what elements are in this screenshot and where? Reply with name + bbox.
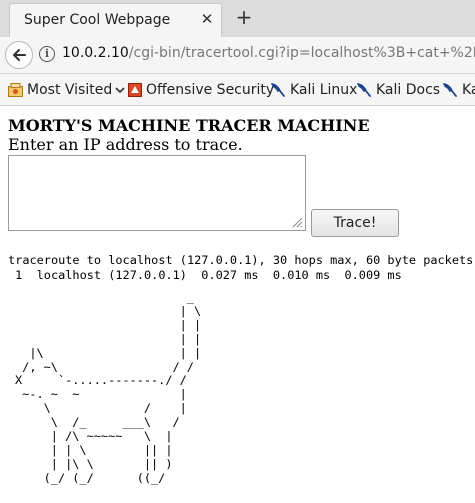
- bookmark-label: Kali Linux: [290, 82, 358, 98]
- tab-title: Super Cool Webpage: [24, 12, 171, 28]
- bookmark-kali-docs[interactable]: Kali Docs: [357, 81, 440, 99]
- bookmark-label: Kali: [462, 82, 475, 98]
- new-tab-button[interactable]: +: [233, 6, 255, 28]
- ascii-cat-art: _ | \ | | | | |\ | | /, ~\ / / X `-.....…: [15, 290, 202, 485]
- ip-address-input[interactable]: [8, 155, 306, 231]
- tab-active[interactable]: Super Cool Webpage ✕: [9, 3, 222, 37]
- kali-dragon-icon: [271, 83, 285, 97]
- resize-handle-icon[interactable]: [291, 216, 303, 228]
- bookmark-most-visited[interactable]: Most Visited: [8, 81, 125, 99]
- kali-dragon-icon: [443, 83, 457, 97]
- most-visited-icon: [8, 83, 23, 97]
- back-button[interactable]: [5, 41, 33, 69]
- page-title: MORTY'S MACHINE TRACER MACHINE: [8, 116, 370, 135]
- chevron-down-icon: [115, 87, 125, 94]
- close-icon[interactable]: ✕: [198, 10, 216, 28]
- bookmarks-bar: Most Visited Offensive Security Kali Lin…: [0, 74, 475, 106]
- info-icon[interactable]: i: [39, 46, 55, 62]
- url-bar[interactable]: 10.0.2.10/cgi-bin/tracertool.cgi?ip=loca…: [62, 45, 475, 65]
- bookmark-offensive-security[interactable]: Offensive Security: [128, 81, 274, 99]
- bookmark-kali-linux[interactable]: Kali Linux: [271, 81, 357, 99]
- traceroute-output: traceroute to localhost (127.0.0.1), 30 …: [8, 253, 474, 283]
- instruction-text: Enter an IP address to trace.: [8, 135, 243, 154]
- trace-button[interactable]: Trace!: [311, 209, 399, 237]
- navigation-bar: i 10.0.2.10/cgi-bin/tracertool.cgi?ip=lo…: [0, 37, 475, 74]
- url-host: 10.0.2.10: [62, 45, 129, 61]
- bookmark-kali[interactable]: Kali: [443, 81, 475, 99]
- url-path: /cgi-bin/tracertool.cgi?ip=localhost%3B+…: [128, 45, 475, 61]
- bookmark-label: Most Visited: [27, 82, 113, 98]
- bookmark-label: Kali Docs: [376, 82, 441, 98]
- bookmark-label: Offensive Security: [146, 82, 275, 98]
- offsec-icon: [128, 83, 142, 97]
- back-arrow-icon: [13, 49, 26, 61]
- kali-dragon-icon: [357, 83, 371, 97]
- tab-strip: Super Cool Webpage ✕ +: [0, 0, 475, 38]
